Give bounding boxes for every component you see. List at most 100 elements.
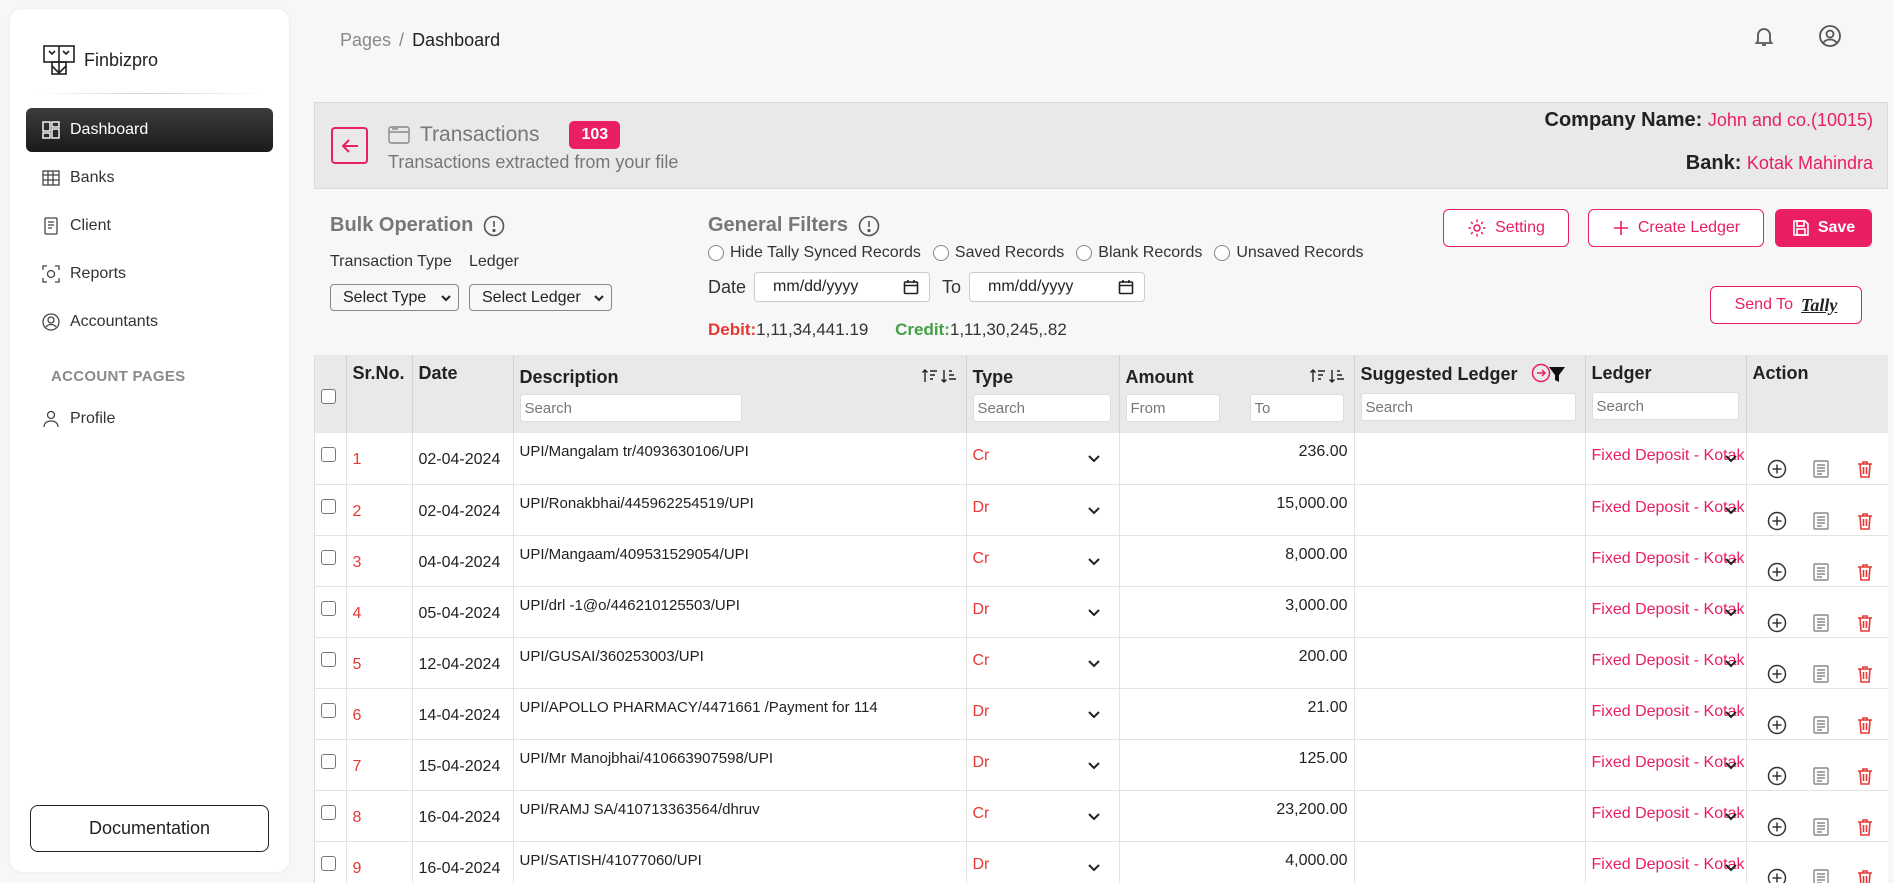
save-button[interactable]: Save — [1775, 209, 1872, 247]
info-icon[interactable] — [483, 215, 505, 237]
table-row[interactable]: 8 16-04-2024 UPI/RAMJ SA/410713363564/dh… — [315, 790, 1888, 842]
row-ledger-select[interactable]: Fixed Deposit - Kotak — [1585, 586, 1747, 638]
row-type-select[interactable]: Cr — [966, 433, 1120, 485]
row-checkbox[interactable] — [321, 447, 336, 462]
sidebar-item-accountants[interactable]: Accountants — [26, 300, 273, 344]
row-type-select[interactable]: Dr — [966, 484, 1120, 536]
trash-icon[interactable] — [1855, 766, 1875, 786]
calendar-icon[interactable] — [903, 279, 919, 295]
ledger-search[interactable]: Search — [1591, 392, 1739, 420]
row-checkbox[interactable] — [321, 702, 336, 718]
calendar-icon[interactable] — [1118, 279, 1134, 295]
row-ledger-select[interactable]: Fixed Deposit - Kotak — [1585, 688, 1747, 740]
row-ledger-select[interactable]: Fixed Deposit - Kotak — [1585, 535, 1747, 587]
row-ledger-select[interactable]: Fixed Deposit - Kotak — [1585, 433, 1747, 485]
table-row[interactable]: 9 16-04-2024 UPI/SATISH/41077060/UPI Dr … — [315, 841, 1888, 883]
sidebar-item-reports[interactable]: Reports — [26, 252, 273, 296]
add-circle-icon[interactable] — [1767, 664, 1787, 684]
row-type-select[interactable]: Dr — [966, 841, 1120, 883]
table-row[interactable]: 6 14-04-2024 UPI/APOLLO PHARMACY/4471661… — [315, 688, 1888, 740]
notes-icon[interactable] — [1811, 715, 1831, 735]
setting-button[interactable]: Setting — [1443, 209, 1569, 247]
saved-records-checkbox[interactable] — [932, 245, 949, 261]
trash-icon[interactable] — [1855, 459, 1875, 479]
notes-icon[interactable] — [1811, 817, 1831, 837]
sidebar-item-banks[interactable]: Banks — [26, 156, 273, 200]
type-search[interactable]: Search — [972, 394, 1111, 422]
suggested-ledger-search[interactable]: Search — [1360, 393, 1576, 421]
notes-icon[interactable] — [1811, 664, 1831, 684]
row-checkbox[interactable] — [321, 804, 336, 820]
table-row[interactable]: 1 02-04-2024 UPI/Mangalam tr/4093630106/… — [315, 433, 1888, 485]
trash-icon[interactable] — [1855, 562, 1875, 582]
row-ledger-select[interactable]: Fixed Deposit - Kotak — [1585, 790, 1747, 842]
documentation-button[interactable]: Documentation — [30, 805, 269, 852]
sort-icon[interactable] — [921, 367, 958, 385]
notes-icon[interactable] — [1811, 613, 1831, 633]
row-ledger-select[interactable]: Fixed Deposit - Kotak — [1585, 841, 1747, 883]
hide-synced-checkbox[interactable] — [708, 245, 724, 261]
row-type-select[interactable]: Cr — [966, 535, 1120, 587]
unsaved-records-checkbox[interactable] — [1214, 245, 1231, 261]
add-circle-icon[interactable] — [1767, 766, 1787, 786]
send-to-tally-button[interactable]: Send To Tally — [1710, 286, 1862, 324]
add-circle-icon[interactable] — [1767, 817, 1787, 837]
trash-icon[interactable] — [1855, 715, 1875, 735]
info-icon[interactable] — [858, 215, 880, 237]
add-circle-icon[interactable] — [1767, 511, 1787, 531]
notes-icon[interactable] — [1811, 766, 1831, 786]
notes-icon[interactable] — [1811, 868, 1831, 883]
sidebar-item-profile[interactable]: Profile — [26, 397, 273, 441]
trash-icon[interactable] — [1855, 664, 1875, 684]
table-row[interactable]: 3 04-04-2024 UPI/Mangaam/409531529054/UP… — [315, 535, 1888, 587]
table-row[interactable]: 2 02-04-2024 UPI/Ronakbhai/445962254519/… — [315, 484, 1888, 536]
amount-from-input[interactable]: From — [1125, 394, 1220, 422]
type-select[interactable]: Select Type — [330, 284, 459, 311]
row-type-select[interactable]: Dr — [966, 586, 1120, 638]
description-search[interactable]: Search — [519, 394, 742, 422]
notes-icon[interactable] — [1811, 459, 1831, 479]
trash-icon[interactable] — [1855, 868, 1875, 883]
account-icon[interactable] — [1818, 24, 1842, 48]
trash-icon[interactable] — [1855, 613, 1875, 633]
row-ledger-select[interactable]: Fixed Deposit - Kotak — [1585, 637, 1747, 689]
add-circle-icon[interactable] — [1767, 868, 1787, 883]
add-circle-icon[interactable] — [1767, 562, 1787, 582]
sidebar-item-client[interactable]: Client — [26, 204, 273, 248]
breadcrumb-parent[interactable]: Pages — [340, 30, 391, 50]
blank-records-checkbox[interactable] — [1076, 245, 1093, 261]
table-row[interactable]: 7 15-04-2024 UPI/Mr Manojbhai/4106639075… — [315, 739, 1888, 791]
row-ledger-select[interactable]: Fixed Deposit - Kotak — [1585, 739, 1747, 791]
ledger-select[interactable]: Select Ledger — [469, 284, 612, 311]
row-checkbox[interactable] — [321, 549, 336, 565]
notes-icon[interactable] — [1811, 511, 1831, 531]
row-type-select[interactable]: Cr — [966, 637, 1120, 689]
create-ledger-button[interactable]: Create Ledger — [1588, 209, 1764, 247]
trash-icon[interactable] — [1855, 511, 1875, 531]
row-checkbox[interactable] — [321, 855, 336, 871]
back-button[interactable] — [331, 127, 368, 164]
sidebar-item-dashboard[interactable]: Dashboard — [26, 108, 273, 152]
add-circle-icon[interactable] — [1767, 613, 1787, 633]
bell-icon[interactable] — [1752, 24, 1776, 48]
row-type-select[interactable]: Dr — [966, 688, 1120, 740]
row-checkbox[interactable] — [321, 753, 336, 769]
filter-icon[interactable] — [1547, 365, 1567, 385]
select-all-checkbox[interactable] — [321, 389, 336, 404]
notes-icon[interactable] — [1811, 562, 1831, 582]
add-circle-icon[interactable] — [1767, 459, 1787, 479]
trash-icon[interactable] — [1855, 817, 1875, 837]
row-ledger-select[interactable]: Fixed Deposit - Kotak — [1585, 484, 1747, 536]
date-from-input[interactable]: mm/dd/yyyy — [754, 272, 931, 302]
amount-to-input[interactable]: To — [1249, 394, 1344, 422]
brand[interactable]: Finbizpro — [10, 9, 289, 85]
date-to-input[interactable]: mm/dd/yyyy — [969, 272, 1146, 302]
sort-icon[interactable] — [1309, 367, 1346, 385]
row-type-select[interactable]: Dr — [966, 739, 1120, 791]
add-circle-icon[interactable] — [1767, 715, 1787, 735]
table-row[interactable]: 5 12-04-2024 UPI/GUSAI/360253003/UPI Cr … — [315, 637, 1888, 689]
row-checkbox[interactable] — [321, 498, 336, 514]
row-checkbox[interactable] — [321, 651, 336, 667]
table-row[interactable]: 4 05-04-2024 UPI/drl -1@o/446210125503/U… — [315, 586, 1888, 638]
row-type-select[interactable]: Cr — [966, 790, 1120, 842]
